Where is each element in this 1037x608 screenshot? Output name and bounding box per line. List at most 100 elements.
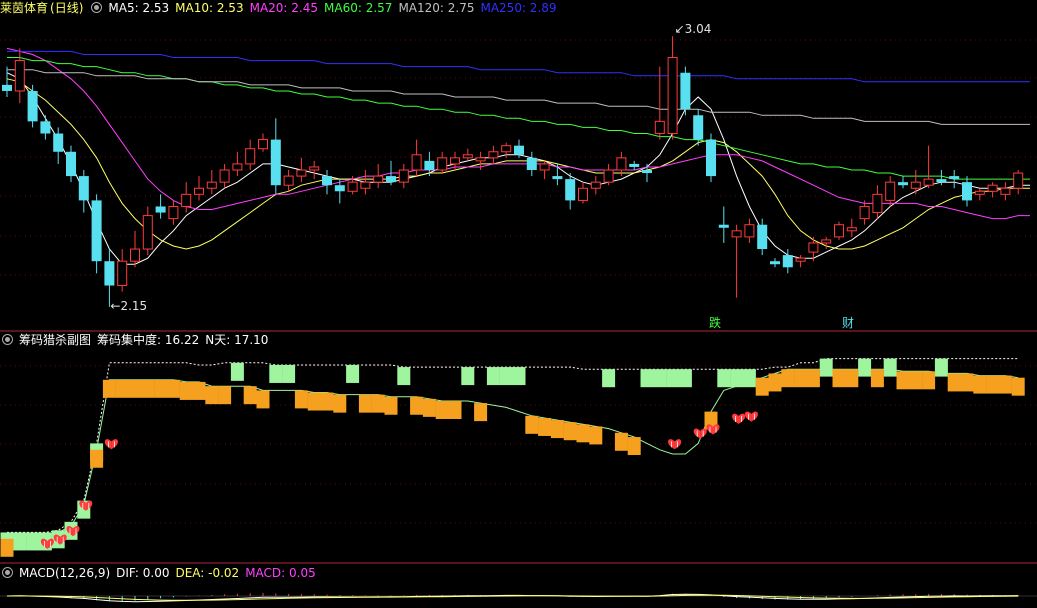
dif-readout: DIF: 0.00 bbox=[116, 566, 170, 580]
chip-block-orange bbox=[243, 386, 257, 405]
candle-body-up bbox=[168, 205, 179, 220]
chip-block-green bbox=[282, 364, 296, 383]
chip-block-orange bbox=[614, 432, 628, 451]
candle-body-down bbox=[962, 182, 972, 201]
indicator-settings-icon[interactable] bbox=[91, 2, 103, 13]
indicator-settings-icon[interactable] bbox=[2, 567, 13, 578]
candle-body-down bbox=[334, 185, 345, 192]
candle-body-down bbox=[757, 224, 768, 250]
chip-block-orange bbox=[205, 386, 219, 405]
chip-block-green bbox=[934, 358, 948, 377]
chip-block-orange bbox=[179, 381, 193, 400]
candle-body-down bbox=[2, 84, 12, 91]
candle-body-up bbox=[411, 154, 422, 171]
chip-block-orange bbox=[0, 538, 14, 557]
candle-body-up bbox=[398, 169, 409, 183]
candle-body-up bbox=[667, 57, 678, 135]
macd-panel-title[interactable]: MACD(12,26,9) bbox=[19, 566, 110, 580]
main-panel-header: 莱茵体育 (日线) MA5: 2.53 MA10: 2.53 MA20: 2.45 MA6… bbox=[0, 0, 563, 16]
butterfly-icon bbox=[693, 428, 707, 439]
candle-body-down bbox=[629, 163, 640, 167]
chip-block-orange bbox=[410, 396, 424, 415]
ma5-readout: MA5: 2.53 bbox=[108, 1, 170, 15]
stock-chart-canvas[interactable] bbox=[0, 0, 1037, 608]
candle-body-up bbox=[296, 169, 307, 177]
chip-block-orange bbox=[384, 396, 398, 415]
chip-block-orange bbox=[422, 398, 436, 417]
chip-block-orange bbox=[1011, 377, 1025, 396]
macd-panel-bars bbox=[0, 592, 1037, 603]
candle-body-up bbox=[219, 169, 230, 183]
chip-panel-bars bbox=[0, 358, 1025, 557]
chip-block-orange bbox=[358, 394, 372, 413]
chip-block-orange bbox=[141, 379, 155, 398]
low-price-label: ←2.15 bbox=[110, 298, 148, 313]
candle-body-up bbox=[450, 157, 460, 165]
signal-marker-die: 跌 bbox=[709, 316, 722, 330]
candle-body-up bbox=[795, 257, 806, 262]
chip-block-orange bbox=[947, 373, 961, 392]
chip-block-orange bbox=[474, 403, 488, 422]
candle-body-down bbox=[706, 139, 716, 177]
candle-body-up bbox=[731, 230, 742, 238]
candle-body-down bbox=[693, 115, 704, 140]
candle-body-down bbox=[270, 139, 281, 186]
candle-body-down bbox=[424, 160, 435, 170]
chip-block-orange bbox=[909, 371, 923, 390]
candle-body-up bbox=[14, 60, 25, 92]
ma-line-ma20 bbox=[6, 47, 1030, 220]
period-label[interactable]: (日线) bbox=[50, 1, 83, 15]
chip-panel-title[interactable]: 筹码猎杀副图 bbox=[19, 333, 91, 347]
chip-block-orange bbox=[154, 379, 168, 398]
ma-line-ma250 bbox=[7, 50, 1030, 83]
candle-body-down bbox=[53, 133, 64, 152]
ma10-readout: MA10: 2.53 bbox=[175, 1, 244, 15]
candle-body-up bbox=[501, 145, 512, 153]
candle-body-down bbox=[949, 176, 960, 180]
chip-block-orange bbox=[307, 392, 321, 411]
chip-block-green bbox=[486, 367, 500, 386]
candle-body-down bbox=[78, 176, 89, 201]
chip-block-orange bbox=[806, 369, 820, 388]
chip-block-green bbox=[717, 369, 731, 388]
chip-block-orange bbox=[973, 375, 987, 394]
chip-block-orange bbox=[960, 373, 974, 392]
chip-block-orange bbox=[794, 369, 808, 388]
candle-body-up bbox=[309, 166, 320, 171]
candle-body-up bbox=[872, 193, 883, 214]
chip-block-orange bbox=[128, 379, 142, 398]
candle-body-down bbox=[898, 182, 908, 186]
chip-block-orange bbox=[870, 369, 884, 388]
chip-concentration-readout: 筹码集中度: 16.22 bbox=[97, 333, 200, 347]
stock-name[interactable]: 莱茵体育 bbox=[0, 1, 48, 15]
chip-block-green bbox=[26, 532, 40, 551]
chip-block-orange bbox=[294, 390, 308, 409]
butterfly-icon bbox=[668, 439, 682, 450]
candle-body-up bbox=[475, 157, 486, 162]
candle-body-up bbox=[130, 248, 140, 262]
candle-body-up bbox=[181, 193, 192, 207]
candle-body-down bbox=[718, 224, 729, 228]
chip-block-orange bbox=[333, 394, 347, 413]
chip-block-green bbox=[730, 369, 744, 388]
candle-body-up bbox=[462, 154, 473, 159]
chip-block-green bbox=[512, 367, 526, 386]
candle-body-up bbox=[437, 157, 448, 171]
chip-block-orange bbox=[448, 401, 462, 419]
candle-body-up bbox=[846, 227, 857, 232]
macd-panel-header: MACD(12,26,9) DIF: 0.00 DEA: -0.02 MACD: 0.… bbox=[0, 565, 322, 581]
chip-block-orange bbox=[90, 449, 104, 468]
high-price-label: ↙3.04 bbox=[674, 22, 712, 37]
indicator-settings-icon[interactable] bbox=[2, 334, 13, 345]
ma60-readout: MA60: 2.57 bbox=[324, 1, 393, 15]
candle-body-down bbox=[386, 176, 396, 183]
candle-body-down bbox=[155, 206, 166, 213]
chip-block-green bbox=[819, 358, 833, 377]
chip-block-green bbox=[666, 369, 680, 388]
chip-block-green bbox=[602, 369, 616, 388]
candle-body-up bbox=[488, 151, 499, 159]
ma-line-ma5 bbox=[6, 72, 1030, 265]
signal-marker-cai: 财 bbox=[842, 316, 855, 330]
candle-body-down bbox=[27, 90, 38, 122]
chip-block-orange bbox=[832, 369, 846, 388]
